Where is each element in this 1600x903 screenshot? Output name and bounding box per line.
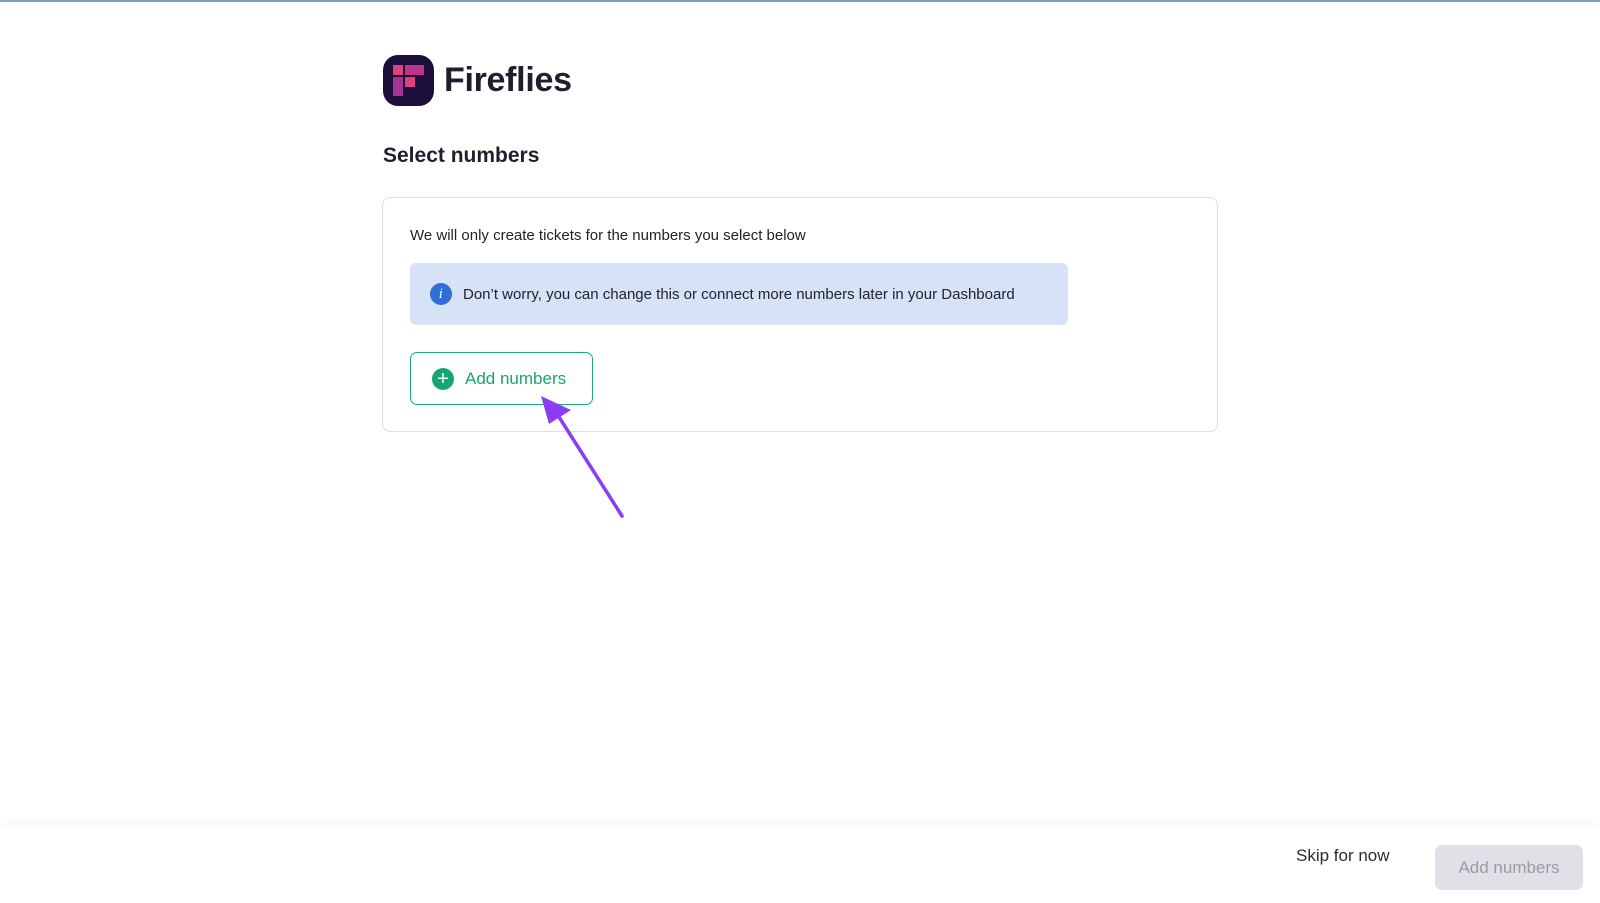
skip-for-now-button[interactable]: Skip for now xyxy=(1296,846,1390,866)
add-numbers-button-label: Add numbers xyxy=(465,368,567,388)
info-banner-text: Don’t worry, you can change this or conn… xyxy=(463,285,1015,303)
info-banner: i Don’t worry, you can change this or co… xyxy=(410,263,1068,325)
select-numbers-card: We will only create tickets for the numb… xyxy=(382,197,1218,432)
card-description: We will only create tickets for the numb… xyxy=(410,227,806,244)
plus-circle-icon: + xyxy=(432,367,454,390)
annotation-arrow-icon xyxy=(541,396,624,518)
brand: Fireflies xyxy=(383,55,572,106)
footer-add-numbers-button[interactable]: Add numbers xyxy=(1435,845,1583,890)
page-title: Select numbers xyxy=(383,144,540,167)
top-border-line xyxy=(0,0,1600,2)
info-icon: i xyxy=(430,283,452,305)
fireflies-logo-icon xyxy=(383,55,434,106)
footer-bar: Skip for now Add numbers xyxy=(0,826,1600,903)
app-name: Fireflies xyxy=(444,61,572,99)
